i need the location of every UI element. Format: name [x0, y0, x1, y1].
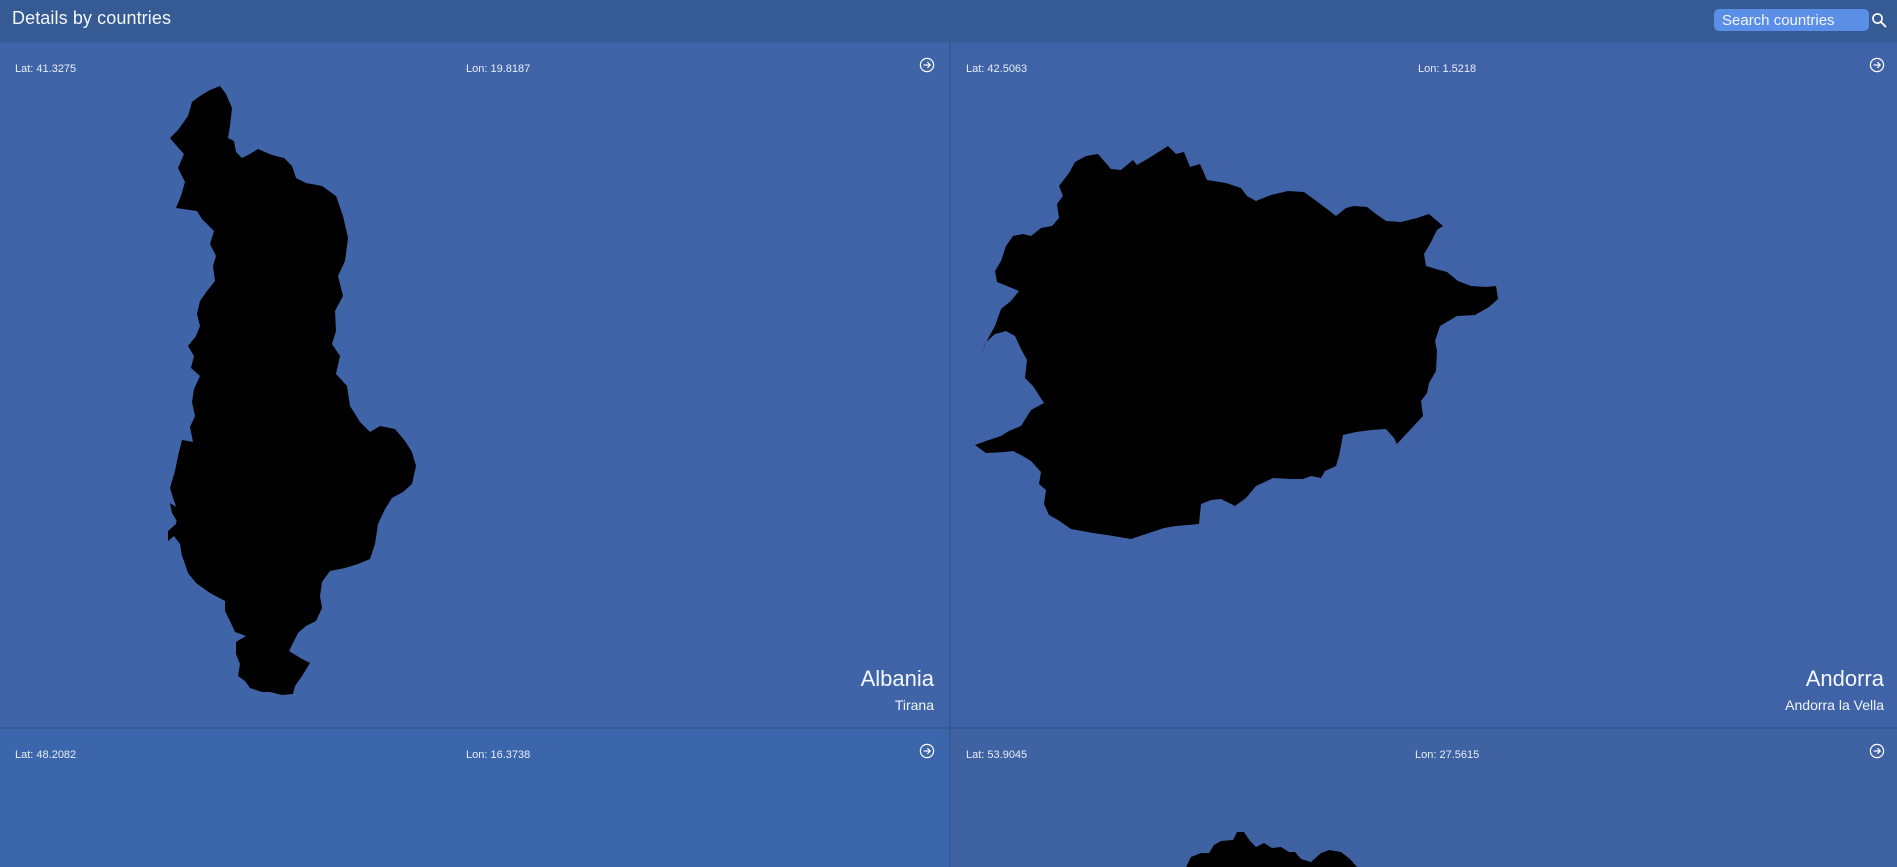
longitude-label: Lon: 1.5218 — [1418, 63, 1477, 75]
search-icon[interactable] — [1871, 12, 1887, 28]
latitude-label: Lat: 48.2082 — [15, 749, 77, 761]
country-shape-andorra — [975, 146, 1498, 539]
arrow-circle-right-icon[interactable] — [919, 743, 935, 759]
app-header: Details by countries — [0, 0, 1897, 43]
longitude-label: Lon: 19.8187 — [466, 63, 531, 75]
search-input[interactable] — [1714, 9, 1869, 31]
page-title: Details by countries — [12, 8, 172, 28]
latitude-label: Lat: 53.9045 — [966, 749, 1028, 761]
country-name: Andorra — [1805, 666, 1884, 691]
longitude-label: Lon: 27.5615 — [1415, 749, 1480, 761]
latitude-label: Lat: 41.3275 — [15, 63, 77, 75]
country-card-4[interactable]: Lat: 53.9045 Lon: 27.5615 — [951, 729, 1897, 867]
countries-grid: Lat: 41.3275 Lon: 19.8187 Albania Tirana… — [0, 43, 1897, 867]
search-bar — [1714, 9, 1887, 31]
arrow-circle-right-icon[interactable] — [1869, 743, 1885, 759]
longitude-label: Lon: 16.3738 — [466, 749, 531, 761]
arrow-circle-right-icon[interactable] — [919, 57, 935, 73]
country-card-3[interactable]: Lat: 48.2082 Lon: 16.3738 — [0, 729, 949, 867]
country-shape-albania — [168, 86, 416, 695]
country-card-albania[interactable]: Lat: 41.3275 Lon: 19.8187 Albania Tirana — [0, 43, 949, 727]
capital-name: Andorra la Vella — [1785, 697, 1884, 713]
arrow-circle-right-icon[interactable] — [1869, 57, 1885, 73]
latitude-label: Lat: 42.5063 — [966, 63, 1028, 75]
country-name: Albania — [860, 666, 934, 691]
country-card-andorra[interactable]: Lat: 42.5063 Lon: 1.5218 Andorra Andorra… — [951, 43, 1897, 727]
capital-name: Tirana — [894, 697, 934, 713]
